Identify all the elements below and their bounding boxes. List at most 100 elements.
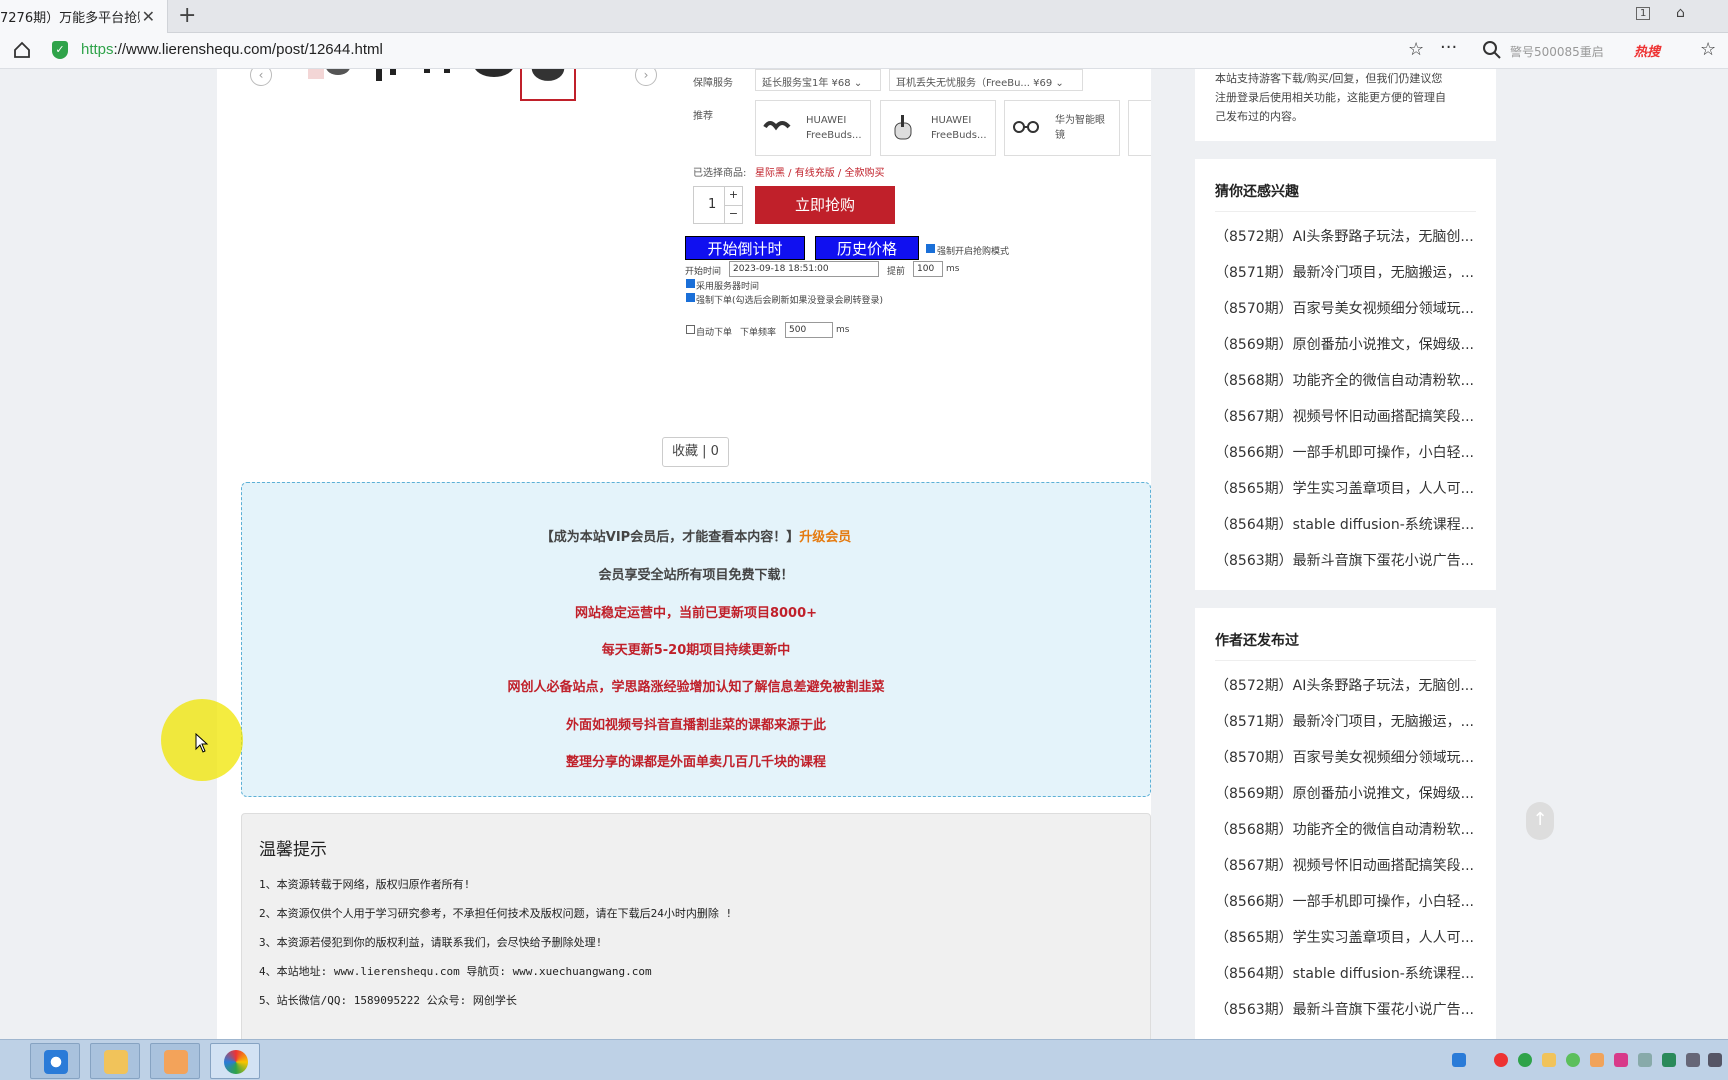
interest-panel: 猜你还感兴趣 （8572期）AI头条野路子玩法，无脑创... （8571期）最新… (1195, 159, 1496, 590)
recommend-item-2[interactable]: HUAWEI FreeBuds... (880, 100, 996, 156)
list-item[interactable]: （8568期）功能齐全的微信自动清粉软... (1215, 363, 1476, 399)
page-content: ‹ › 保障服务 延长服务宝1年 ¥68 ⌄ 耳机丢失无忧服务（FreeBu..… (0, 69, 1728, 1039)
recommend-item-2-subtitle: FreeBuds... (931, 130, 987, 141)
list-item[interactable]: （8564期）stable diffusion-系统课程... (1215, 956, 1476, 992)
force-mode-checkbox[interactable] (926, 244, 935, 253)
start-countdown-button[interactable]: 开始倒计时 (685, 236, 805, 260)
server-time-label: 采用服务器时间 (696, 282, 760, 292)
chevron-down-icon: ⌄ (853, 78, 863, 89)
bookmarks-icon[interactable]: ☆ (1700, 39, 1716, 60)
shirt-icon[interactable]: ⌂ (1676, 5, 1685, 21)
smart-glasses-image (1013, 121, 1039, 133)
service-label: 保障服务 (693, 78, 733, 89)
advance-input[interactable]: 100 (913, 261, 943, 277)
recommend-item-3-title: 华为智能眼 (1055, 115, 1105, 126)
taskbar-app-package[interactable] (90, 1043, 140, 1079)
hot-search-link[interactable]: 热搜 (1634, 41, 1660, 60)
product-thumb-2[interactable] (360, 69, 412, 95)
list-item[interactable]: （8569期）原创番茄小说推文，保姆级... (1215, 327, 1476, 363)
quantity-stepper[interactable]: 1 + − (693, 186, 743, 224)
notice-line: 己发布过的内容。 (1215, 110, 1303, 123)
plus-icon[interactable]: + (724, 187, 742, 205)
tray-record-icon[interactable] (1494, 1053, 1508, 1067)
more-options-icon[interactable]: ··· (1440, 37, 1457, 58)
list-item[interactable]: （8563期）最新斗音旗下蛋花小说广告... (1215, 992, 1476, 1028)
recommend-item-3[interactable]: 华为智能眼镜 (1004, 100, 1120, 156)
product-thumb-3[interactable] (414, 69, 466, 95)
product-thumb-5-selected[interactable] (520, 69, 576, 101)
taskbar-app-network[interactable] (30, 1043, 80, 1079)
close-tab-icon[interactable]: ✕ (142, 7, 155, 26)
bookmark-star-icon[interactable]: ☆ (1408, 39, 1424, 60)
list-item[interactable]: （8569期）原创番茄小说推文，保姆级... (1215, 776, 1476, 812)
list-item[interactable]: （8565期）学生实习盖章项目，人人可... (1215, 920, 1476, 956)
auto-order-checkbox[interactable] (686, 325, 695, 334)
tray-network-icon[interactable] (1638, 1053, 1652, 1067)
taskbar-app-browser[interactable] (210, 1043, 260, 1079)
price-history-button[interactable]: 历史价格 (815, 236, 919, 260)
tray-green-icon[interactable] (1518, 1053, 1532, 1067)
search-icon[interactable] (1482, 40, 1502, 60)
buy-now-button[interactable]: 立即抢购 (755, 186, 895, 224)
tray-volume-icon[interactable] (1686, 1053, 1700, 1067)
earbuds-image (763, 121, 791, 131)
list-item[interactable]: （8567期）视频号怀旧动画搭配搞笑段... (1215, 399, 1476, 435)
upgrade-vip-link[interactable]: 升级会员 (799, 530, 851, 545)
tray-terminal-icon[interactable] (1662, 1053, 1676, 1067)
list-item[interactable]: （8566期）一部手机即可操作，小白轻... (1215, 435, 1476, 471)
new-tab-icon[interactable]: + (178, 3, 196, 28)
start-time-input[interactable]: 2023-09-18 18:51:00 (729, 261, 879, 277)
list-item[interactable]: （8565期）学生实习盖章项目，人人可... (1215, 471, 1476, 507)
list-item[interactable]: （8570期）百家号美女视频细分领域玩... (1215, 291, 1476, 327)
service-select-1[interactable]: 延长服务宝1年 ¥68 ⌄ (755, 69, 881, 91)
list-item[interactable]: （8572期）AI头条野路子玩法，无脑创... (1215, 668, 1476, 704)
list-item[interactable]: （8570期）百家号美女视频细分领域玩... (1215, 740, 1476, 776)
order-freq-input[interactable]: 500 (785, 322, 833, 338)
collect-button[interactable]: 收藏 | 0 (662, 437, 729, 467)
back-to-top-icon[interactable]: ↑ (1526, 802, 1554, 840)
url-path: ://www.lierenshequ.com/post/12644.html (113, 41, 383, 58)
secure-shield-icon[interactable]: ✓ (52, 41, 68, 59)
tray-checkbox-icon[interactable] (1452, 1053, 1466, 1067)
tab-title: 7276期）万能多平台抢购助 (0, 11, 140, 26)
tray-folder-icon[interactable] (1542, 1053, 1556, 1067)
tray-display-icon[interactable] (1708, 1053, 1722, 1067)
home-icon[interactable] (12, 40, 32, 60)
start-time-label: 开始时间 (685, 267, 722, 277)
list-item[interactable]: （8568期）功能齐全的微信自动清粉软... (1215, 812, 1476, 848)
gallery-next-icon[interactable]: › (635, 69, 657, 86)
vip-content-box: 【成为本站VIP会员后，才能查看本内容！】升级会员 会员享受全站所有项目免费下载… (241, 482, 1151, 797)
vip-line-4: 每天更新5-20期项目持续更新中 (601, 643, 791, 658)
list-item[interactable]: （8563期）最新斗音旗下蛋花小说广告... (1215, 543, 1476, 579)
list-item[interactable]: （8571期）最新冷门项目，无脑搬运，... (1215, 704, 1476, 740)
network-app-icon (44, 1050, 68, 1074)
recommend-item-4-partial[interactable] (1128, 100, 1151, 156)
product-thumb-1[interactable] (304, 69, 356, 95)
tray-play-icon[interactable] (1566, 1053, 1580, 1067)
main-column: ‹ › 保障服务 延长服务宝1年 ¥68 ⌄ 耳机丢失无忧服务（FreeBu..… (217, 69, 1151, 1039)
auto-order-label: 自动下单 (696, 328, 733, 338)
gallery-prev-icon[interactable]: ‹ (250, 69, 272, 86)
product-thumb-4[interactable] (468, 69, 520, 95)
minus-icon[interactable]: − (724, 205, 742, 223)
force-order-checkbox[interactable] (686, 293, 695, 302)
vip-line-2: 会员享受全站所有项目免费下载！ (598, 568, 794, 583)
list-item[interactable]: （8564期）stable diffusion-系统课程... (1215, 507, 1476, 543)
list-item[interactable]: （8567期）视频号怀旧动画搭配搞笑段... (1215, 848, 1476, 884)
window-count-badge[interactable]: 1 (1636, 7, 1651, 20)
sidebar-notice: 本站支持游客下载/购买/回复，但我们仍建议您 注册登录后使用相关功能，这能更方便… (1195, 69, 1496, 141)
list-item[interactable]: （8572期）AI头条野路子玩法，无脑创... (1215, 219, 1476, 255)
url-field[interactable]: https://www.lierenshequ.com/post/12644.h… (81, 41, 383, 58)
browser-tab[interactable]: 7276期）万能多平台抢购助 ✕ (0, 0, 168, 33)
service-select-2[interactable]: 耳机丢失无忧服务（FreeBu... ¥69 ⌄ (889, 69, 1083, 91)
tray-flag-icon[interactable] (1614, 1053, 1628, 1067)
recommend-item-1[interactable]: HUAWEI FreeBuds... (755, 100, 871, 156)
list-item[interactable]: （8566期）一部手机即可操作，小白轻... (1215, 884, 1476, 920)
advance-label: 提前 (887, 267, 906, 277)
list-item[interactable]: （8571期）最新冷门项目，无脑搬运，... (1215, 255, 1476, 291)
taskbar-app-recorder[interactable] (150, 1043, 200, 1079)
server-time-checkbox[interactable] (686, 279, 695, 288)
tray-app-icon[interactable] (1590, 1053, 1604, 1067)
chevron-down-icon: ⌄ (1055, 78, 1064, 89)
browser-search-input[interactable]: 警号500085重启 (1510, 43, 1604, 60)
